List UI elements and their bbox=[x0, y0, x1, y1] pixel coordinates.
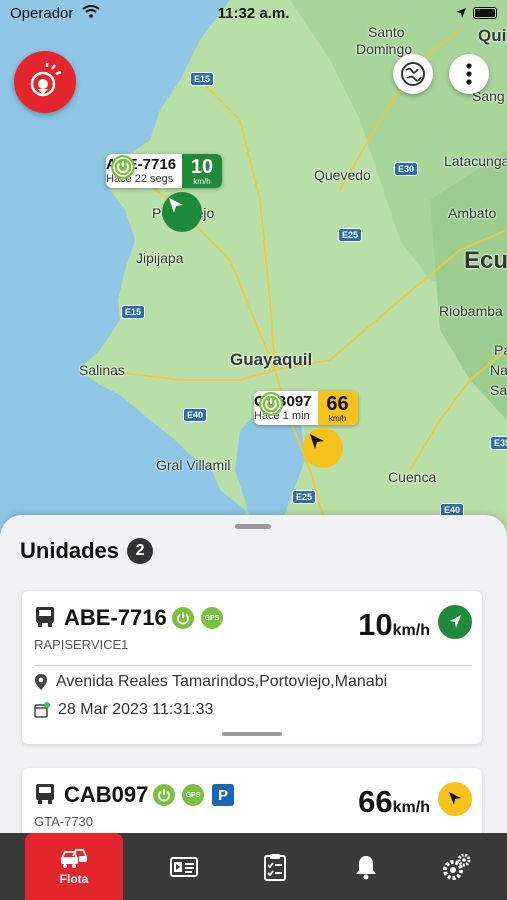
tab-label: Flota bbox=[59, 871, 89, 886]
more-options-button[interactable] bbox=[449, 54, 489, 94]
tab-reports[interactable] bbox=[226, 833, 324, 900]
marker-speed-box: 10 km/h bbox=[182, 154, 223, 188]
truck-icon bbox=[36, 784, 54, 804]
sheet-grabber[interactable] bbox=[235, 524, 271, 529]
unit-plate: CAB097 bbox=[64, 782, 149, 807]
road-shield: E25 bbox=[292, 490, 317, 504]
location-pin-icon bbox=[35, 674, 47, 690]
map-place: Qui bbox=[478, 26, 507, 45]
map-place: Na bbox=[490, 362, 507, 378]
road-shield: E25 bbox=[338, 228, 363, 242]
heading-indicator bbox=[438, 782, 472, 816]
navigation-arrow-icon bbox=[169, 198, 183, 213]
clipboard-icon bbox=[264, 853, 286, 881]
unit-speed-group: 66km/h bbox=[358, 784, 430, 820]
location-arrow-icon bbox=[456, 8, 466, 18]
marker-speed: 66 bbox=[326, 392, 349, 415]
tab-notifications[interactable] bbox=[317, 833, 415, 900]
road-shield: E15 bbox=[121, 305, 146, 319]
vehicle-marker[interactable] bbox=[162, 192, 202, 232]
globe-map-icon bbox=[401, 62, 425, 86]
map-place: Pa bbox=[494, 342, 507, 358]
road-shield: E30 bbox=[394, 162, 419, 176]
marker-speed-box: 66 km/h bbox=[317, 391, 358, 425]
video-panel-icon bbox=[170, 856, 198, 877]
tab-bar: Flota bbox=[0, 833, 507, 900]
card-divider bbox=[34, 665, 472, 666]
navigation-arrow-icon bbox=[310, 434, 324, 449]
unit-address: Avenida Reales Tamarindos,Portoviejo,Man… bbox=[56, 673, 388, 690]
gps-status-icon: GPS bbox=[182, 784, 204, 806]
unit-client: GTA-7730 bbox=[34, 814, 94, 829]
power-icon bbox=[259, 392, 283, 416]
unit-card[interactable]: CAB097 GPS P GTA-7730 66km/h bbox=[22, 768, 482, 835]
unit-speed-unit: km/h bbox=[392, 622, 430, 639]
cars-icon bbox=[60, 848, 87, 868]
unit-last-report: 28 Mar 2023 11:31:33 bbox=[58, 701, 214, 718]
status-bar: Operador 11:32 a.m. bbox=[0, 0, 507, 28]
marker-speed: 10 bbox=[190, 155, 214, 178]
map-place: Cuenca bbox=[388, 469, 437, 485]
battery-icon bbox=[473, 7, 497, 19]
card-expand-handle[interactable] bbox=[222, 732, 282, 736]
road-shield: E15 bbox=[190, 72, 215, 86]
unit-plate: ABE-7716 bbox=[64, 605, 167, 630]
alert-logo-icon bbox=[30, 63, 62, 97]
unit-card[interactable]: ABE-7716 GPS RAPISERVICE1 10km/h Avenida… bbox=[22, 591, 482, 744]
power-icon bbox=[158, 789, 170, 802]
marker-speed-unit: km/h bbox=[193, 176, 211, 186]
units-bottom-sheet[interactable]: Unidades 2 ABE-7716 GPS RAPISERVICE1 10k… bbox=[0, 515, 507, 835]
ignition-on-icon bbox=[172, 607, 194, 629]
map-place: Ambato bbox=[448, 205, 497, 221]
vehicle-marker-label[interactable]: CAB097 Hace 1 min 66 km/h bbox=[254, 391, 358, 425]
unit-speed: 66 bbox=[358, 784, 393, 819]
sheet-title-text: Unidades bbox=[20, 538, 120, 563]
road-shield: E35 bbox=[490, 436, 507, 450]
heading-indicator bbox=[438, 605, 472, 639]
bell-icon bbox=[356, 855, 376, 879]
date-row: 28 Mar 2023 11:31:33 bbox=[34, 701, 213, 719]
status-right bbox=[455, 7, 497, 19]
map-place: Quevedo bbox=[314, 167, 371, 183]
map-place: Riobamba bbox=[439, 303, 503, 319]
map-place: Salinas bbox=[79, 362, 125, 378]
map-place: Ecu bbox=[464, 247, 507, 274]
more-vertical-icon bbox=[466, 63, 472, 85]
navigation-arrow-icon bbox=[450, 615, 461, 628]
units-count-badge: 2 bbox=[127, 538, 154, 564]
power-icon bbox=[177, 612, 189, 625]
brand-logo-button[interactable] bbox=[14, 51, 76, 113]
unit-speed: 10 bbox=[358, 607, 393, 642]
map-place: Latacunga bbox=[444, 153, 507, 169]
calendar-icon bbox=[34, 702, 50, 718]
navigation-arrow-icon bbox=[449, 792, 461, 805]
map-place: Domingo bbox=[356, 41, 413, 57]
map-layers-button[interactable] bbox=[393, 54, 433, 94]
unit-speed-group: 10km/h bbox=[358, 607, 430, 643]
address-row: Avenida Reales Tamarindos,Portoviejo,Man… bbox=[34, 673, 387, 691]
map-place: Gral Villamil bbox=[156, 457, 231, 473]
truck-icon bbox=[36, 607, 54, 627]
vehicle-marker-label[interactable]: ABE-7716 Hace 22 segs 10 km/h bbox=[106, 154, 223, 188]
road-shield: E40 bbox=[183, 408, 208, 422]
unit-client: RAPISERVICE1 bbox=[34, 637, 129, 652]
gps-status-icon: GPS bbox=[201, 607, 223, 629]
map-place: Jipijapa bbox=[136, 250, 184, 266]
gears-icon bbox=[443, 853, 471, 880]
unit-speed-unit: km/h bbox=[392, 799, 430, 816]
status-time: 11:32 a.m. bbox=[217, 5, 290, 22]
ignition-on-icon bbox=[153, 784, 175, 806]
power-icon bbox=[111, 155, 135, 179]
tab-videos[interactable] bbox=[135, 833, 233, 900]
tab-fleet[interactable]: Flota bbox=[25, 833, 123, 900]
parking-badge: P bbox=[212, 784, 234, 806]
map-place: Sa bbox=[490, 382, 507, 398]
tab-settings[interactable] bbox=[408, 833, 506, 900]
marker-speed-unit: km/h bbox=[328, 413, 347, 423]
vehicle-marker[interactable] bbox=[303, 428, 343, 468]
sheet-title: Unidades 2 bbox=[20, 538, 154, 564]
map-place: Guayaquil bbox=[230, 350, 313, 369]
